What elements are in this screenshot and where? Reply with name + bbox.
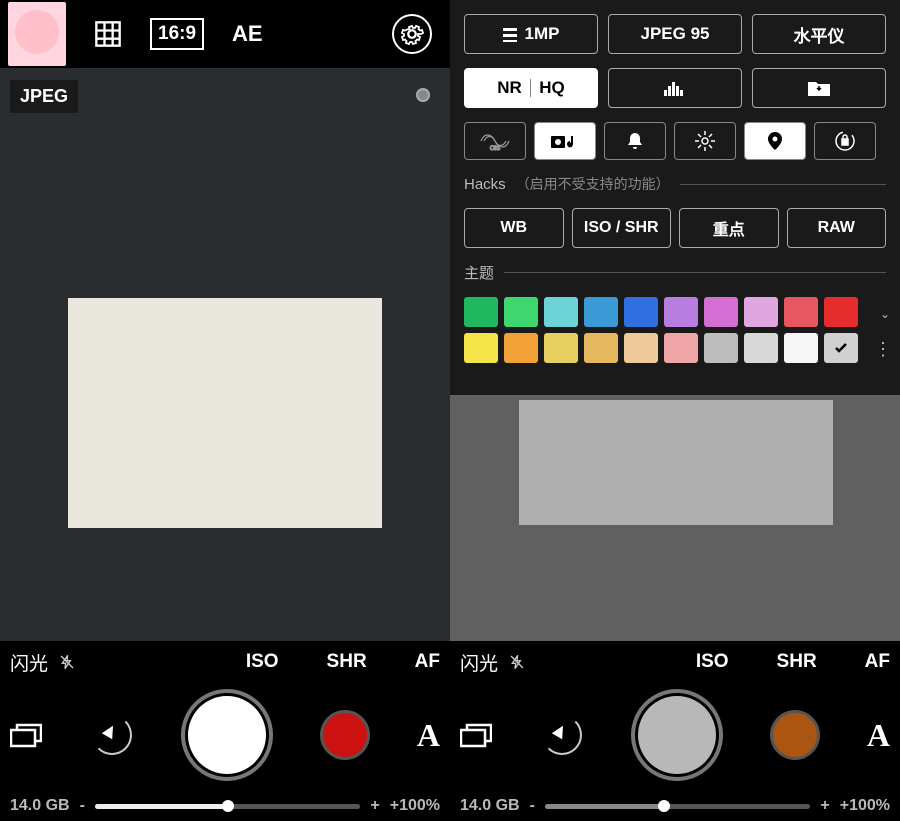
settings-gear-icon[interactable] (392, 14, 432, 54)
ois-icon: OIS (480, 130, 510, 152)
theme-swatch[interactable] (624, 297, 658, 327)
theme-swatch[interactable] (784, 333, 818, 363)
theme-swatch[interactable] (464, 297, 498, 327)
theme-swatch[interactable] (824, 297, 858, 327)
level-button[interactable]: 水平仪 (752, 14, 886, 54)
theme-swatch[interactable] (624, 333, 658, 363)
zoom-slider[interactable] (95, 804, 360, 809)
flash-label[interactable]: 闪光 (460, 649, 498, 676)
theme-swatch[interactable] (584, 297, 618, 327)
zoom-percent: +100% (840, 797, 890, 815)
effects-icon[interactable] (542, 715, 582, 755)
theme-swatch[interactable] (544, 333, 578, 363)
aspect-ratio-button[interactable]: 16:9 (150, 18, 204, 50)
theme-swatch[interactable] (504, 333, 538, 363)
nr-hq-button[interactable]: NR HQ (464, 68, 598, 108)
stabilization-button[interactable]: OIS (464, 122, 526, 160)
theme-swatch[interactable] (544, 297, 578, 327)
histogram-button[interactable] (608, 68, 742, 108)
iso-button[interactable]: ISO (696, 651, 729, 673)
viewfinder-frame (519, 400, 833, 525)
flash-off-icon[interactable] (508, 653, 526, 671)
iso-button[interactable]: ISO (246, 651, 279, 673)
mode-auto-button[interactable]: A (417, 717, 440, 754)
hack-focus-button[interactable]: 重点 (679, 208, 779, 248)
autofocus-button[interactable]: AF (415, 651, 440, 673)
hack-wb-button[interactable]: WB (464, 208, 564, 248)
settings-panel: 1MP JPEG 95 水平仪 NR HQ (450, 0, 900, 395)
zoom-plus[interactable]: + (820, 797, 829, 815)
theme-section-header: 主题 (464, 262, 886, 283)
viewfinder-frame (68, 298, 382, 528)
flash-off-icon[interactable] (58, 653, 76, 671)
shutter-button[interactable] (631, 689, 723, 781)
zoom-minus[interactable]: - (530, 797, 535, 815)
indicator-icon (416, 88, 430, 102)
theme-swatch[interactable] (704, 297, 738, 327)
gallery-thumbnail[interactable] (8, 2, 66, 66)
mode-auto-button[interactable]: A (867, 717, 890, 754)
chevron-down-icon[interactable]: ⌄ (880, 307, 890, 321)
right-screen: 1MP JPEG 95 水平仪 NR HQ (450, 0, 900, 821)
shutter-sound-button[interactable] (534, 122, 596, 160)
bottom-controls-right: 闪光 ISO SHR AF (450, 641, 900, 821)
svg-text:OIS: OIS (490, 146, 500, 152)
burst-button[interactable] (674, 122, 736, 160)
histogram-icon (664, 80, 686, 96)
shutter-speed-button[interactable]: SHR (777, 651, 817, 673)
storage-label: 14.0 GB (10, 797, 70, 815)
notification-button[interactable] (604, 122, 666, 160)
folder-download-icon (808, 80, 830, 96)
theme-swatch[interactable] (744, 297, 778, 327)
viewfinder-dimmed: 1MP JPEG 95 水平仪 NR HQ (450, 0, 900, 641)
storage-label: 14.0 GB (460, 797, 520, 815)
zoom-minus[interactable]: - (80, 797, 85, 815)
theme-swatch[interactable] (464, 333, 498, 363)
left-screen: 16:9 AE JPEG 闪光 ISO SHR AF (0, 0, 450, 821)
shutter-button[interactable] (181, 689, 273, 781)
layers-icon[interactable] (460, 722, 492, 748)
jpeg-quality-button[interactable]: JPEG 95 (608, 14, 742, 54)
theme-swatch[interactable] (704, 333, 738, 363)
rotation-lock-icon (834, 130, 856, 152)
hacks-section-header: Hacks （启用不受支持的功能） (464, 174, 886, 194)
hack-buttons-row: WB ISO / SHR 重点 RAW (464, 208, 886, 248)
zoom-plus[interactable]: + (370, 797, 379, 815)
zoom-percent: +100% (390, 797, 440, 815)
theme-swatch[interactable] (744, 333, 778, 363)
zoom-slider[interactable] (545, 804, 810, 809)
autofocus-button[interactable]: AF (865, 651, 890, 673)
theme-swatch-selected[interactable] (824, 333, 858, 363)
format-badge: JPEG (10, 80, 78, 113)
theme-swatch[interactable] (504, 297, 538, 327)
grid-icon[interactable] (94, 20, 122, 48)
theme-color-grid: ⌄ ⋮ (464, 297, 886, 363)
camera-music-icon (550, 132, 580, 150)
resolution-button[interactable]: 1MP (464, 14, 598, 54)
bottom-controls: 闪光 ISO SHR AF (0, 641, 450, 821)
hack-raw-button[interactable]: RAW (787, 208, 887, 248)
theme-swatch[interactable] (664, 333, 698, 363)
record-button[interactable] (323, 713, 367, 757)
shutter-speed-button[interactable]: SHR (327, 651, 367, 673)
flash-label[interactable]: 闪光 (10, 649, 48, 676)
ae-button[interactable]: AE (232, 21, 263, 47)
burst-icon (695, 131, 715, 151)
hack-iso-shr-button[interactable]: ISO / SHR (572, 208, 672, 248)
theme-swatch[interactable] (784, 297, 818, 327)
bell-icon (626, 132, 644, 150)
more-icon[interactable]: ⋮ (874, 347, 892, 351)
record-button[interactable] (773, 713, 817, 757)
effects-icon[interactable] (92, 715, 132, 755)
top-toolbar: 16:9 AE (0, 0, 450, 68)
layers-icon[interactable] (10, 722, 42, 748)
theme-swatch[interactable] (664, 297, 698, 327)
geotag-button[interactable] (744, 122, 806, 160)
rotation-lock-button[interactable] (814, 122, 876, 160)
save-location-button[interactable] (752, 68, 886, 108)
theme-swatch[interactable] (584, 333, 618, 363)
location-pin-icon (768, 132, 782, 150)
viewfinder[interactable]: JPEG (0, 68, 450, 641)
